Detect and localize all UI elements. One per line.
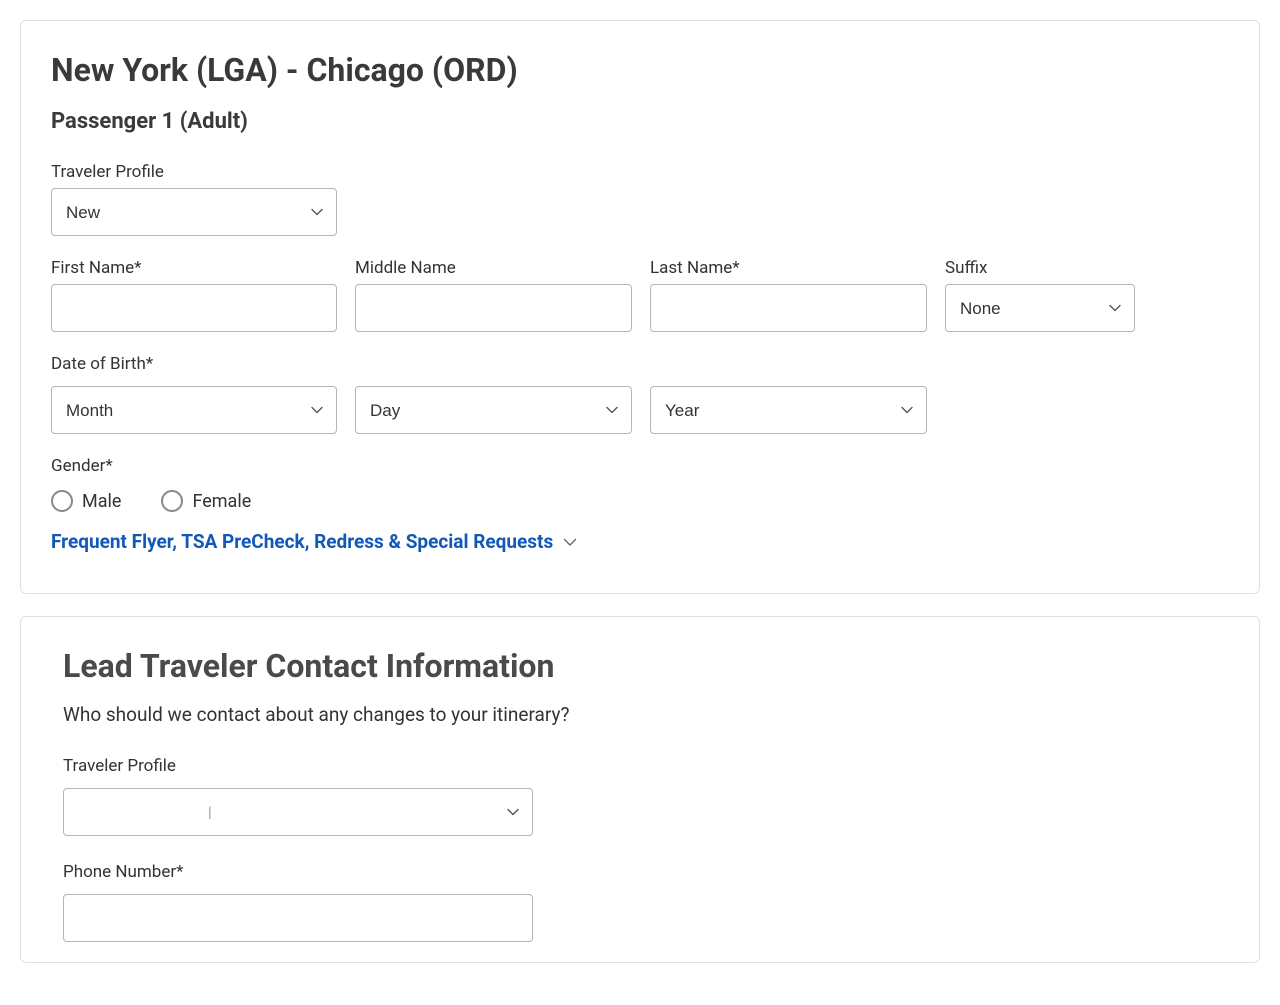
- dob-year-select[interactable]: Year: [650, 386, 927, 434]
- traveler-profile-label: Traveler Profile: [51, 162, 337, 182]
- suffix-select-wrapper: None: [945, 284, 1135, 332]
- suffix-label: Suffix: [945, 258, 1135, 278]
- passenger-header: Passenger 1 (Adult): [51, 109, 1229, 134]
- traveler-profile-select[interactable]: New: [51, 188, 337, 236]
- radio-icon: [161, 490, 183, 512]
- traveler-profile-select-wrapper: New: [51, 188, 337, 236]
- lead-traveler-profile-select[interactable]: [63, 788, 533, 836]
- suffix-select[interactable]: None: [945, 284, 1135, 332]
- last-name-input[interactable]: [650, 284, 927, 332]
- middle-name-input[interactable]: [355, 284, 632, 332]
- lead-traveler-profile-label: Traveler Profile: [63, 756, 1217, 776]
- radio-icon: [51, 490, 73, 512]
- gender-female-radio[interactable]: Female: [161, 490, 251, 512]
- phone-number-input[interactable]: [63, 894, 533, 942]
- chevron-down-icon: [563, 538, 577, 547]
- gender-label: Gender*: [51, 456, 1229, 476]
- text-cursor-icon: |: [208, 803, 212, 821]
- frequent-flyer-expand-link[interactable]: Frequent Flyer, TSA PreCheck, Redress & …: [51, 530, 577, 553]
- lead-traveler-subtitle: Who should we contact about any changes …: [63, 703, 1217, 726]
- gender-male-radio[interactable]: Male: [51, 490, 121, 512]
- dob-month-wrapper: Month: [51, 386, 337, 434]
- phone-number-label: Phone Number*: [63, 862, 1217, 882]
- dob-label: Date of Birth*: [51, 354, 1229, 374]
- passenger-info-card: New York (LGA) - Chicago (ORD) Passenger…: [20, 20, 1260, 594]
- dob-day-wrapper: Day: [355, 386, 632, 434]
- lead-traveler-title: Lead Traveler Contact Information: [63, 647, 1217, 685]
- last-name-label: Last Name*: [650, 258, 927, 278]
- dob-day-select[interactable]: Day: [355, 386, 632, 434]
- route-title: New York (LGA) - Chicago (ORD): [51, 51, 1229, 89]
- first-name-input[interactable]: [51, 284, 337, 332]
- expand-link-text: Frequent Flyer, TSA PreCheck, Redress & …: [51, 530, 553, 553]
- lead-traveler-card: Lead Traveler Contact Information Who sh…: [20, 616, 1260, 963]
- lead-traveler-profile-wrapper: |: [63, 788, 533, 836]
- dob-month-select[interactable]: Month: [51, 386, 337, 434]
- gender-female-label: Female: [192, 491, 251, 512]
- gender-male-label: Male: [82, 491, 121, 512]
- dob-year-wrapper: Year: [650, 386, 927, 434]
- first-name-label: First Name*: [51, 258, 337, 278]
- middle-name-label: Middle Name: [355, 258, 632, 278]
